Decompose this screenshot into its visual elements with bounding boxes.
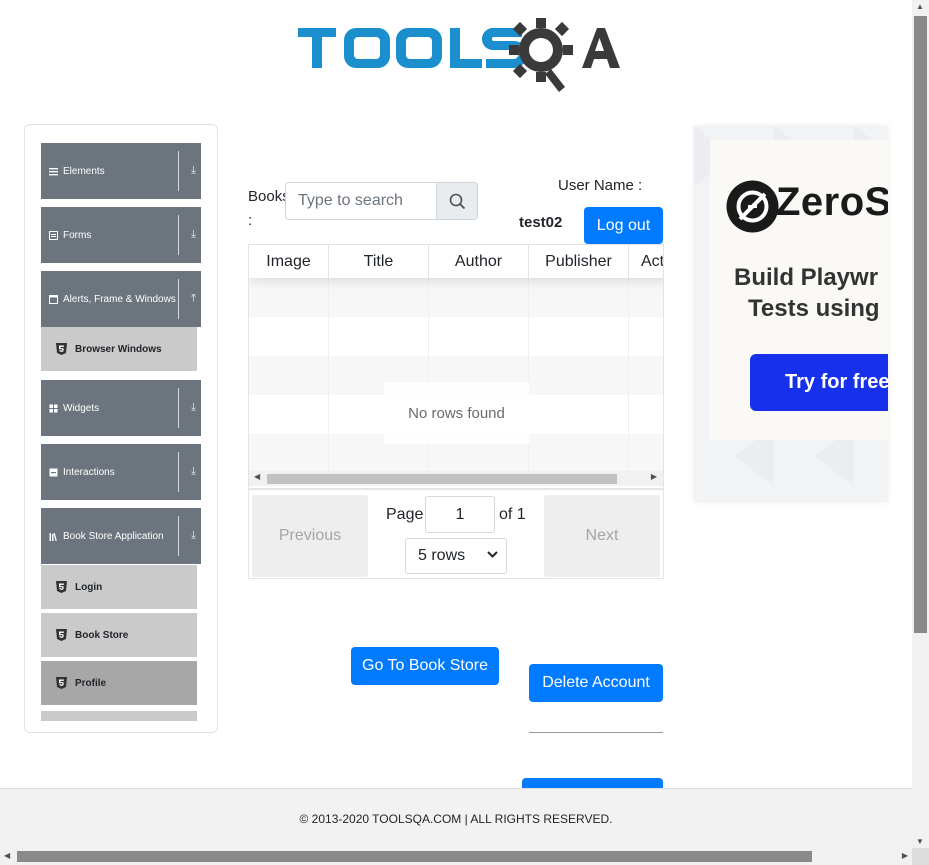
sidebar-item-label: Book Store [75,629,129,641]
download-arrow-icon: ⤓ [191,465,196,478]
table-row [249,317,663,356]
column-header-image[interactable]: Image [249,245,329,278]
books-icon [49,532,57,541]
user-name-value: test02 [519,214,563,231]
page-vertical-scrollbar[interactable]: ▲ ▼ [912,0,929,848]
sidebar-group-label: Widgets [63,402,100,414]
scrollbar-thumb[interactable] [17,851,812,862]
ad-headline-line: Build Playwr [734,264,879,291]
column-header-title[interactable]: Title [329,245,429,278]
toolsqa-logo[interactable] [296,14,622,94]
chevron-down-icon [487,551,498,558]
rows-per-page-value: 5 rows [418,547,466,564]
rows-per-page-select[interactable]: 5 rows [405,538,507,574]
download-arrow-icon: ⤓ [191,401,196,414]
sidebar-item-browser-windows[interactable]: Browser Windows [41,327,197,371]
html5-icon [56,677,67,689]
html5-icon [56,629,67,641]
search-box [285,182,478,220]
search-button[interactable] [436,183,477,219]
sidebar-group-elements[interactable]: Elements ⤓ [41,143,201,199]
sidebar-group-label: Forms [63,229,92,241]
scroll-up-icon[interactable]: ▲ [916,2,924,11]
page-footer: © 2013-2020 TOOLSQA.COM | ALL RIGHTS RES… [0,788,912,848]
logout-button[interactable]: Log out [584,207,663,244]
html5-icon [56,581,67,593]
sidebar-group-label: Interactions [63,466,115,478]
divider [178,151,179,191]
scroll-right-icon[interactable]: ▶ [651,472,657,481]
sidebar-item-profile[interactable]: Profile [41,661,197,705]
sidebar-group-forms[interactable]: Forms ⤓ [41,207,201,263]
delete-account-button[interactable]: Delete Account [529,664,663,702]
user-name-label: User Name : [558,177,643,194]
sidebar-group-label: Alerts, Frame & Windows [63,293,176,305]
ad-headline: Build Playwr Tests using [734,262,888,324]
copyright-text: © 2013-2020 TOOLSQA.COM | ALL RIGHTS RES… [299,811,613,826]
zerostep-logo-icon [726,180,779,233]
no-rows-message: No rows found [384,382,529,444]
grid-icon [49,404,58,412]
download-arrow-icon: ⤓ [191,164,196,177]
list-icon [49,167,58,175]
sidebar-item-label: Login [75,581,103,593]
html5-icon [56,343,67,355]
ad-brand-name: ZeroS [776,180,888,224]
scrollbar-corner [912,848,929,865]
advertisement-banner[interactable]: ZeroS Build Playwr Tests using Try for f… [694,126,888,502]
divider [178,516,179,556]
sidebar-item-login[interactable]: Login [41,565,197,609]
go-to-book-store-button[interactable]: Go To Book Store [351,647,499,685]
divider [178,215,179,255]
scrollbar-thumb[interactable] [914,16,927,633]
search-label: Books : [248,188,290,229]
scroll-down-icon[interactable]: ▼ [916,837,924,846]
sidebar-group-alerts-frame-windows[interactable]: Alerts, Frame & Windows ⤒ [41,271,201,327]
sidebar-group-label: Book Store Application [63,530,164,542]
sidebar-group-interactions[interactable]: Interactions ⤓ [41,444,201,500]
scrollbar-thumb[interactable] [267,474,617,484]
table-header: Image Title Author Publisher Actions [249,245,663,278]
sidebar-item-partial[interactable] [41,711,197,721]
page-number-input[interactable] [425,496,495,533]
divider [529,732,663,733]
column-header-publisher[interactable]: Publisher [529,245,629,278]
download-arrow-icon: ⤓ [191,529,196,542]
books-table: Image Title Author Publisher Actions No … [248,244,664,579]
ad-try-for-free-button[interactable]: Try for free [750,354,888,411]
page-horizontal-scrollbar[interactable]: ◀ ▶ [0,848,912,865]
upload-arrow-icon: ⤒ [191,292,196,305]
form-icon [49,230,58,240]
table-horizontal-scrollbar[interactable]: ◀ ▶ [249,471,663,486]
column-header-actions[interactable]: Actions [629,245,663,278]
sidebar-item-book-store[interactable]: Book Store [41,613,197,657]
left-navigation: Elements ⤓ Forms ⤓ Alerts, Frame & Windo… [24,124,218,733]
scroll-right-icon[interactable]: ▶ [902,851,908,860]
divider [178,388,179,428]
scroll-left-icon[interactable]: ◀ [254,472,260,481]
search-icon [449,193,465,209]
pagination: Previous Page of 1 5 rows Next [249,488,663,578]
previous-button[interactable]: Previous [252,495,368,577]
page-label: Page [386,506,424,523]
table-row [249,278,663,317]
interaction-icon [49,468,58,476]
ad-headline-line: Tests using [748,295,880,322]
download-arrow-icon: ⤓ [191,228,196,241]
sidebar-item-label: Profile [75,677,107,689]
search-input[interactable] [286,183,436,219]
sidebar-group-label: Elements [63,165,105,177]
scroll-left-icon[interactable]: ◀ [4,851,10,860]
next-button[interactable]: Next [544,495,660,577]
sidebar-group-book-store-application[interactable]: Book Store Application ⤓ [41,508,201,564]
window-icon [49,294,58,304]
divider [178,279,179,319]
divider [178,452,179,492]
column-header-author[interactable]: Author [429,245,529,278]
page-total: of 1 [499,506,526,523]
sidebar-item-label: Browser Windows [75,343,162,355]
sidebar-group-widgets[interactable]: Widgets ⤓ [41,380,201,436]
